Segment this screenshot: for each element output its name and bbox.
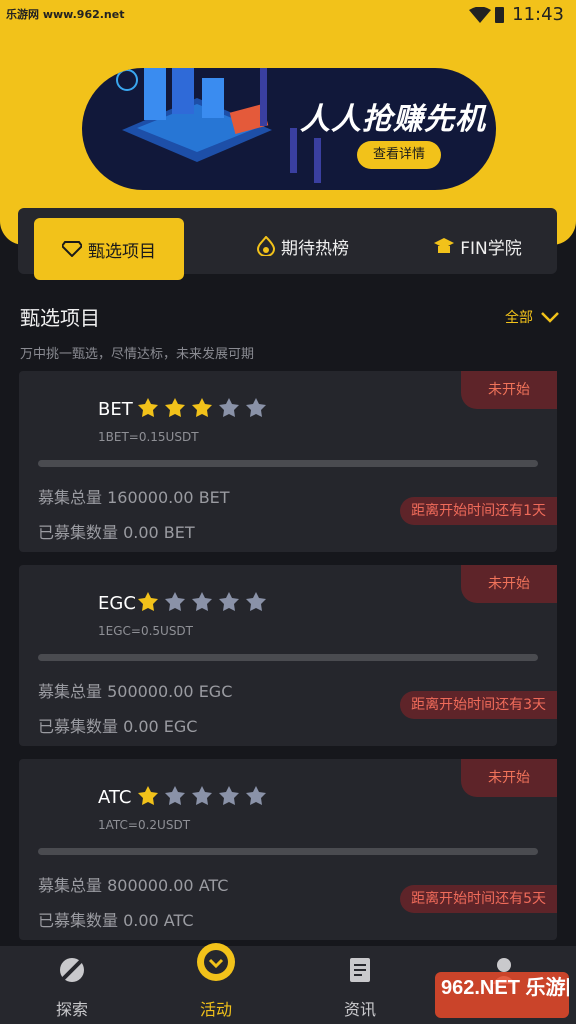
rating-stars [137, 591, 267, 613]
star-empty-icon [219, 398, 239, 417]
star-filled-icon [138, 592, 158, 611]
star-empty-icon [246, 592, 266, 611]
tab-hot-list[interactable]: 期待热榜 [228, 218, 378, 274]
watermark-logo: 962.NET 乐游网 [435, 972, 569, 1018]
project-card-egc[interactable]: 未开始 EGC 1EGC=0.5USDT 募集总量 500000.00 EGC … [19, 565, 557, 746]
filter-label: 全部 [505, 310, 533, 326]
progress-bar [38, 460, 538, 467]
news-icon [350, 958, 370, 982]
tab-fin-academy[interactable]: FIN学院 [408, 218, 548, 274]
tab-label: 期待热榜 [281, 238, 349, 259]
banner-title: 人人抢赚先机 [300, 102, 486, 137]
countdown-badge: 距离开始时间还有3天 [400, 691, 557, 719]
activity-icon [197, 943, 235, 981]
status-badge: 未开始 [461, 371, 557, 409]
star-filled-icon [138, 398, 158, 417]
project-name: BET [98, 399, 133, 420]
countdown-badge: 距离开始时间还有5天 [400, 885, 557, 913]
progress-bar [38, 848, 538, 855]
watermark-text: 乐游网 www.962.net [6, 8, 125, 21]
exchange-rate: 1BET=0.15USDT [98, 430, 199, 444]
total-amount: 募集总量 160000.00 BET [38, 488, 230, 507]
raised-amount: 已募集数量 0.00 BET [38, 523, 195, 542]
star-filled-icon [138, 786, 158, 805]
nav-label: 活动 [199, 1000, 232, 1019]
exchange-rate: 1ATC=0.2USDT [98, 818, 191, 832]
section-title: 甄选项目 [20, 306, 100, 330]
star-empty-icon [219, 786, 239, 805]
view-details-button[interactable]: 查看详情 [357, 141, 441, 169]
star-empty-icon [219, 592, 239, 611]
rating-stars [137, 397, 267, 419]
star-filled-icon [165, 398, 185, 417]
flame-icon [257, 236, 275, 256]
project-card-atc[interactable]: 未开始 ATC 1ATC=0.2USDT 募集总量 800000.00 ATC … [19, 759, 557, 940]
countdown-badge: 距离开始时间还有1天 [400, 497, 557, 525]
exchange-rate: 1EGC=0.5USDT [98, 624, 194, 638]
total-amount: 募集总量 800000.00 ATC [38, 876, 229, 895]
nav-news[interactable]: 资讯 [288, 946, 432, 1024]
tab-selected-projects[interactable]: 甄选项目 [34, 218, 184, 280]
watermark-text: 962.NET 乐游网 [441, 975, 569, 999]
star-empty-icon [165, 592, 185, 611]
star-empty-icon [246, 786, 266, 805]
nav-explore[interactable]: 探索 [0, 946, 144, 1024]
tab-label: 甄选项目 [88, 241, 156, 262]
nav-label: 探索 [55, 1000, 88, 1019]
nav-label: 资讯 [343, 1000, 376, 1019]
tab-label: FIN学院 [460, 238, 522, 259]
project-card-bet[interactable]: 未开始 BET 1BET=0.15USDT 募集总量 160000.00 BET… [19, 371, 557, 552]
star-empty-icon [192, 786, 212, 805]
star-empty-icon [165, 786, 185, 805]
nav-activity[interactable]: 活动 [144, 943, 288, 1024]
battery-icon [495, 7, 504, 23]
section-subtitle: 万中挑一甄选，尽情达标，未来发展可期 [20, 347, 255, 362]
status-time: 11:43 [512, 4, 564, 25]
filter-dropdown[interactable]: 全部 [505, 307, 561, 327]
graduation-cap-icon [434, 238, 455, 253]
project-name: EGC [98, 593, 136, 614]
tab-bar: 甄选项目 期待热榜 FIN学院 [18, 208, 557, 280]
wifi-icon [469, 7, 491, 23]
raised-amount: 已募集数量 0.00 ATC [38, 911, 194, 930]
star-empty-icon [192, 592, 212, 611]
status-badge: 未开始 [461, 759, 557, 797]
status-bar: 乐游网 www.962.net 11:43 [0, 0, 576, 32]
explore-icon [60, 958, 84, 982]
chevron-down-icon [541, 312, 559, 323]
total-amount: 募集总量 500000.00 EGC [38, 682, 233, 701]
star-filled-icon [192, 398, 212, 417]
star-empty-icon [246, 398, 266, 417]
progress-bar [38, 654, 538, 661]
rating-stars [137, 785, 267, 807]
raised-amount: 已募集数量 0.00 EGC [38, 717, 198, 736]
diamond-icon [62, 241, 82, 257]
status-badge: 未开始 [461, 565, 557, 603]
project-name: ATC [98, 787, 132, 808]
